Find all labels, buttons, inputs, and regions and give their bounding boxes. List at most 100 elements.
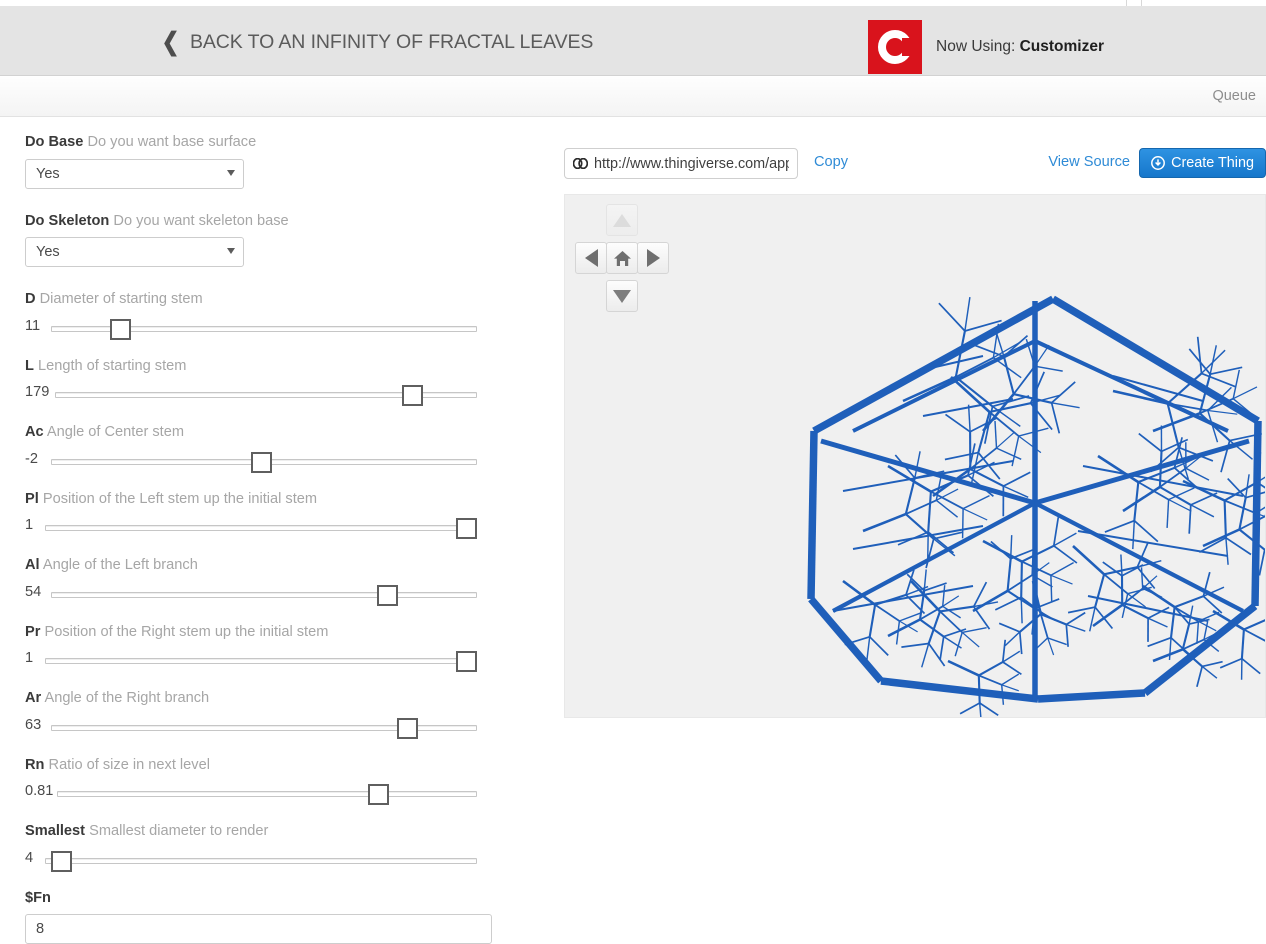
param-desc: Angle of Center stem — [44, 424, 184, 440]
slider-track[interactable] — [45, 858, 477, 864]
slider-handle-pl[interactable] — [456, 518, 477, 539]
slider-row-al: 54 — [25, 582, 545, 608]
slider-track-area[interactable] — [45, 648, 477, 674]
share-url-box[interactable]: http://www.thingiverse.com/apps — [564, 148, 798, 179]
param-label-pl: Pl Position of the Left stem up the init… — [25, 491, 545, 509]
copy-url-button[interactable]: Copy — [814, 154, 848, 170]
slider-handle-l[interactable] — [402, 385, 423, 406]
param-key: Do Base — [25, 134, 83, 150]
slider-handle-pr[interactable] — [456, 651, 477, 672]
param-label-fn: $Fn — [25, 890, 545, 908]
param-key: Al — [25, 557, 40, 573]
slider-row-ac: -2 — [25, 449, 545, 475]
slider-track-area[interactable] — [51, 449, 477, 475]
param-group-rn: Rn Ratio of size in next level 0.81 — [25, 757, 545, 808]
param-key: Ar — [25, 690, 41, 706]
param-key: $Fn — [25, 890, 51, 906]
slider-track-area[interactable] — [45, 848, 477, 874]
select-do-base[interactable]: Yes — [25, 159, 244, 189]
slider-row-smallest: 4 — [25, 848, 545, 874]
slider-handle-rn[interactable] — [368, 784, 389, 805]
param-desc: Angle of the Left branch — [40, 557, 198, 573]
param-key: Ac — [25, 424, 44, 440]
param-group-do-base: Do Base Do you want base surface Yes — [25, 134, 545, 189]
slider-track-area[interactable] — [51, 316, 477, 342]
slider-handle-smallest[interactable] — [51, 851, 72, 872]
slider-track-area[interactable] — [57, 781, 477, 807]
param-label-d: D Diameter of starting stem — [25, 291, 545, 309]
param-desc: Do you want base surface — [87, 134, 256, 150]
chevron-left-icon: ❮ — [162, 30, 180, 55]
param-group-al: Al Angle of the Left branch 54 — [25, 557, 545, 608]
queue-link[interactable]: Queue — [1212, 88, 1256, 104]
create-thing-button[interactable]: Create Thing — [1139, 148, 1266, 178]
param-label-l: L Length of starting stem — [25, 358, 545, 376]
slider-track[interactable] — [57, 791, 477, 797]
param-key: D — [25, 291, 36, 307]
slider-value-ac: -2 — [25, 451, 38, 467]
slider-value-al: 54 — [25, 584, 41, 600]
slider-track[interactable] — [45, 658, 477, 664]
param-key: Smallest — [25, 823, 85, 839]
param-group-ar: Ar Angle of the Right branch 63 — [25, 690, 545, 741]
fractal-leaf-wireframe-model — [565, 195, 1266, 718]
param-desc: Smallest diameter to render — [85, 823, 268, 839]
chain-link-icon — [573, 158, 588, 169]
param-desc: Diameter of starting stem — [36, 291, 203, 307]
param-group-pr: Pr Position of the Right stem up the ini… — [25, 624, 545, 675]
slider-row-pl: 1 — [25, 515, 545, 541]
app-header: ❮ BACK TO AN INFINITY OF FRACTAL LEAVES … — [0, 6, 1266, 76]
slider-track-area[interactable] — [55, 382, 477, 408]
param-label-ac: Ac Angle of Center stem — [25, 424, 545, 442]
slider-handle-d[interactable] — [110, 319, 131, 340]
slider-track-area[interactable] — [51, 582, 477, 608]
param-label-do-base: Do Base Do you want base surface — [25, 134, 545, 152]
slider-handle-ac[interactable] — [251, 452, 272, 473]
select-do-skeleton[interactable]: Yes — [25, 237, 244, 267]
param-group-l: L Length of starting stem 179 — [25, 358, 545, 409]
slider-value-smallest: 4 — [25, 850, 33, 866]
now-using-label: Now Using: Customizer — [936, 38, 1104, 56]
param-group-fn: $Fn — [25, 890, 545, 944]
slider-row-rn: 0.81 — [25, 781, 545, 807]
param-group-smallest: Smallest Smallest diameter to render 4 — [25, 823, 545, 874]
slider-handle-ar[interactable] — [397, 718, 418, 739]
back-to-thing-link[interactable]: ❮ BACK TO AN INFINITY OF FRACTAL LEAVES — [160, 30, 593, 55]
slider-track[interactable] — [45, 525, 477, 531]
customizer-parameters-panel: Do Base Do you want base surface Yes Do … — [0, 118, 545, 864]
param-key: Rn — [25, 757, 44, 773]
slider-row-l: 179 — [25, 382, 545, 408]
slider-track[interactable] — [51, 592, 477, 598]
param-group-pl: Pl Position of the Left stem up the init… — [25, 491, 545, 542]
slider-row-ar: 63 — [25, 715, 545, 741]
share-url-text: http://www.thingiverse.com/apps — [594, 156, 789, 172]
param-label-al: Al Angle of the Left branch — [25, 557, 545, 575]
slider-track-area[interactable] — [45, 515, 477, 541]
param-key: Pl — [25, 491, 39, 507]
slider-value-pl: 1 — [25, 517, 33, 533]
param-label-rn: Rn Ratio of size in next level — [25, 757, 545, 775]
view-source-link[interactable]: View Source — [1048, 154, 1130, 170]
download-circle-icon — [1151, 156, 1165, 170]
model-viewport[interactable] — [564, 194, 1266, 718]
slider-value-pr: 1 — [25, 650, 33, 666]
slider-row-d: 11 — [25, 316, 545, 342]
fn-input[interactable] — [25, 914, 492, 944]
param-group-ac: Ac Angle of Center stem -2 — [25, 424, 545, 475]
param-label-do-skeleton: Do Skeleton Do you want skeleton base — [25, 213, 545, 231]
select-wrap-do-skeleton: Yes — [25, 237, 244, 267]
param-key: Do Skeleton — [25, 213, 109, 229]
param-label-ar: Ar Angle of the Right branch — [25, 690, 545, 708]
slider-track-area[interactable] — [51, 715, 477, 741]
back-link-label: BACK TO AN INFINITY OF FRACTAL LEAVES — [190, 31, 593, 54]
slider-value-d: 11 — [25, 318, 40, 334]
param-desc: Angle of the Right branch — [41, 690, 209, 706]
create-thing-label: Create Thing — [1171, 155, 1254, 171]
param-group-do-skeleton: Do Skeleton Do you want skeleton base Ye… — [25, 213, 545, 268]
param-key: L — [25, 358, 34, 374]
preview-toolbar: http://www.thingiverse.com/apps Copy Vie… — [545, 148, 1266, 182]
select-wrap-do-base: Yes — [25, 159, 244, 189]
slider-value-l: 179 — [25, 384, 49, 400]
now-using-block: Now Using: Customizer — [868, 20, 1104, 74]
slider-handle-al[interactable] — [377, 585, 398, 606]
